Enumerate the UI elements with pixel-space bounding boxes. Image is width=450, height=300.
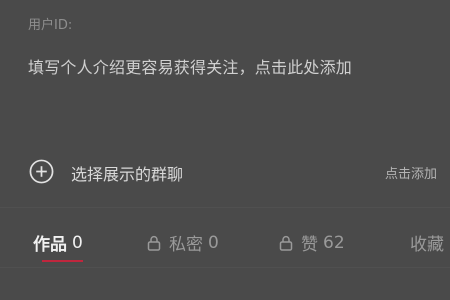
tab-likes-count: 62 [323, 232, 345, 253]
section-divider [0, 207, 450, 208]
tab-likes[interactable]: 赞 62 [279, 230, 345, 255]
tabs-bottom-divider [0, 267, 450, 268]
active-tab-indicator [42, 260, 83, 262]
tab-works[interactable]: 作品 0 [33, 230, 83, 256]
tab-works-label: 作品 [33, 235, 67, 255]
group-chat-row[interactable]: 选择展示的群聊 点击添加 [0, 150, 450, 194]
tab-private[interactable]: 私密 0 [147, 230, 219, 255]
tab-likes-label: 赞 [301, 235, 318, 255]
tab-favorites[interactable]: 收藏 [410, 230, 444, 255]
plus-circle-icon[interactable] [29, 159, 54, 184]
group-chat-add-link[interactable]: 点击添加 [385, 163, 437, 182]
user-id-label: 用户ID: [28, 18, 73, 33]
tab-private-label: 私密 [169, 235, 203, 255]
group-chat-label: 选择展示的群聊 [71, 165, 184, 184]
bio-placeholder[interactable]: 填写个人介绍更容易获得关注，点击此处添加 [28, 54, 352, 78]
lock-icon [147, 235, 161, 251]
tab-works-count: 0 [72, 232, 83, 253]
profile-tabs: 作品 0 私密 0 赞 62 收藏 [0, 220, 450, 266]
tab-favorites-label: 收藏 [410, 235, 444, 255]
tab-private-count: 0 [208, 232, 219, 253]
lock-icon [279, 235, 293, 251]
